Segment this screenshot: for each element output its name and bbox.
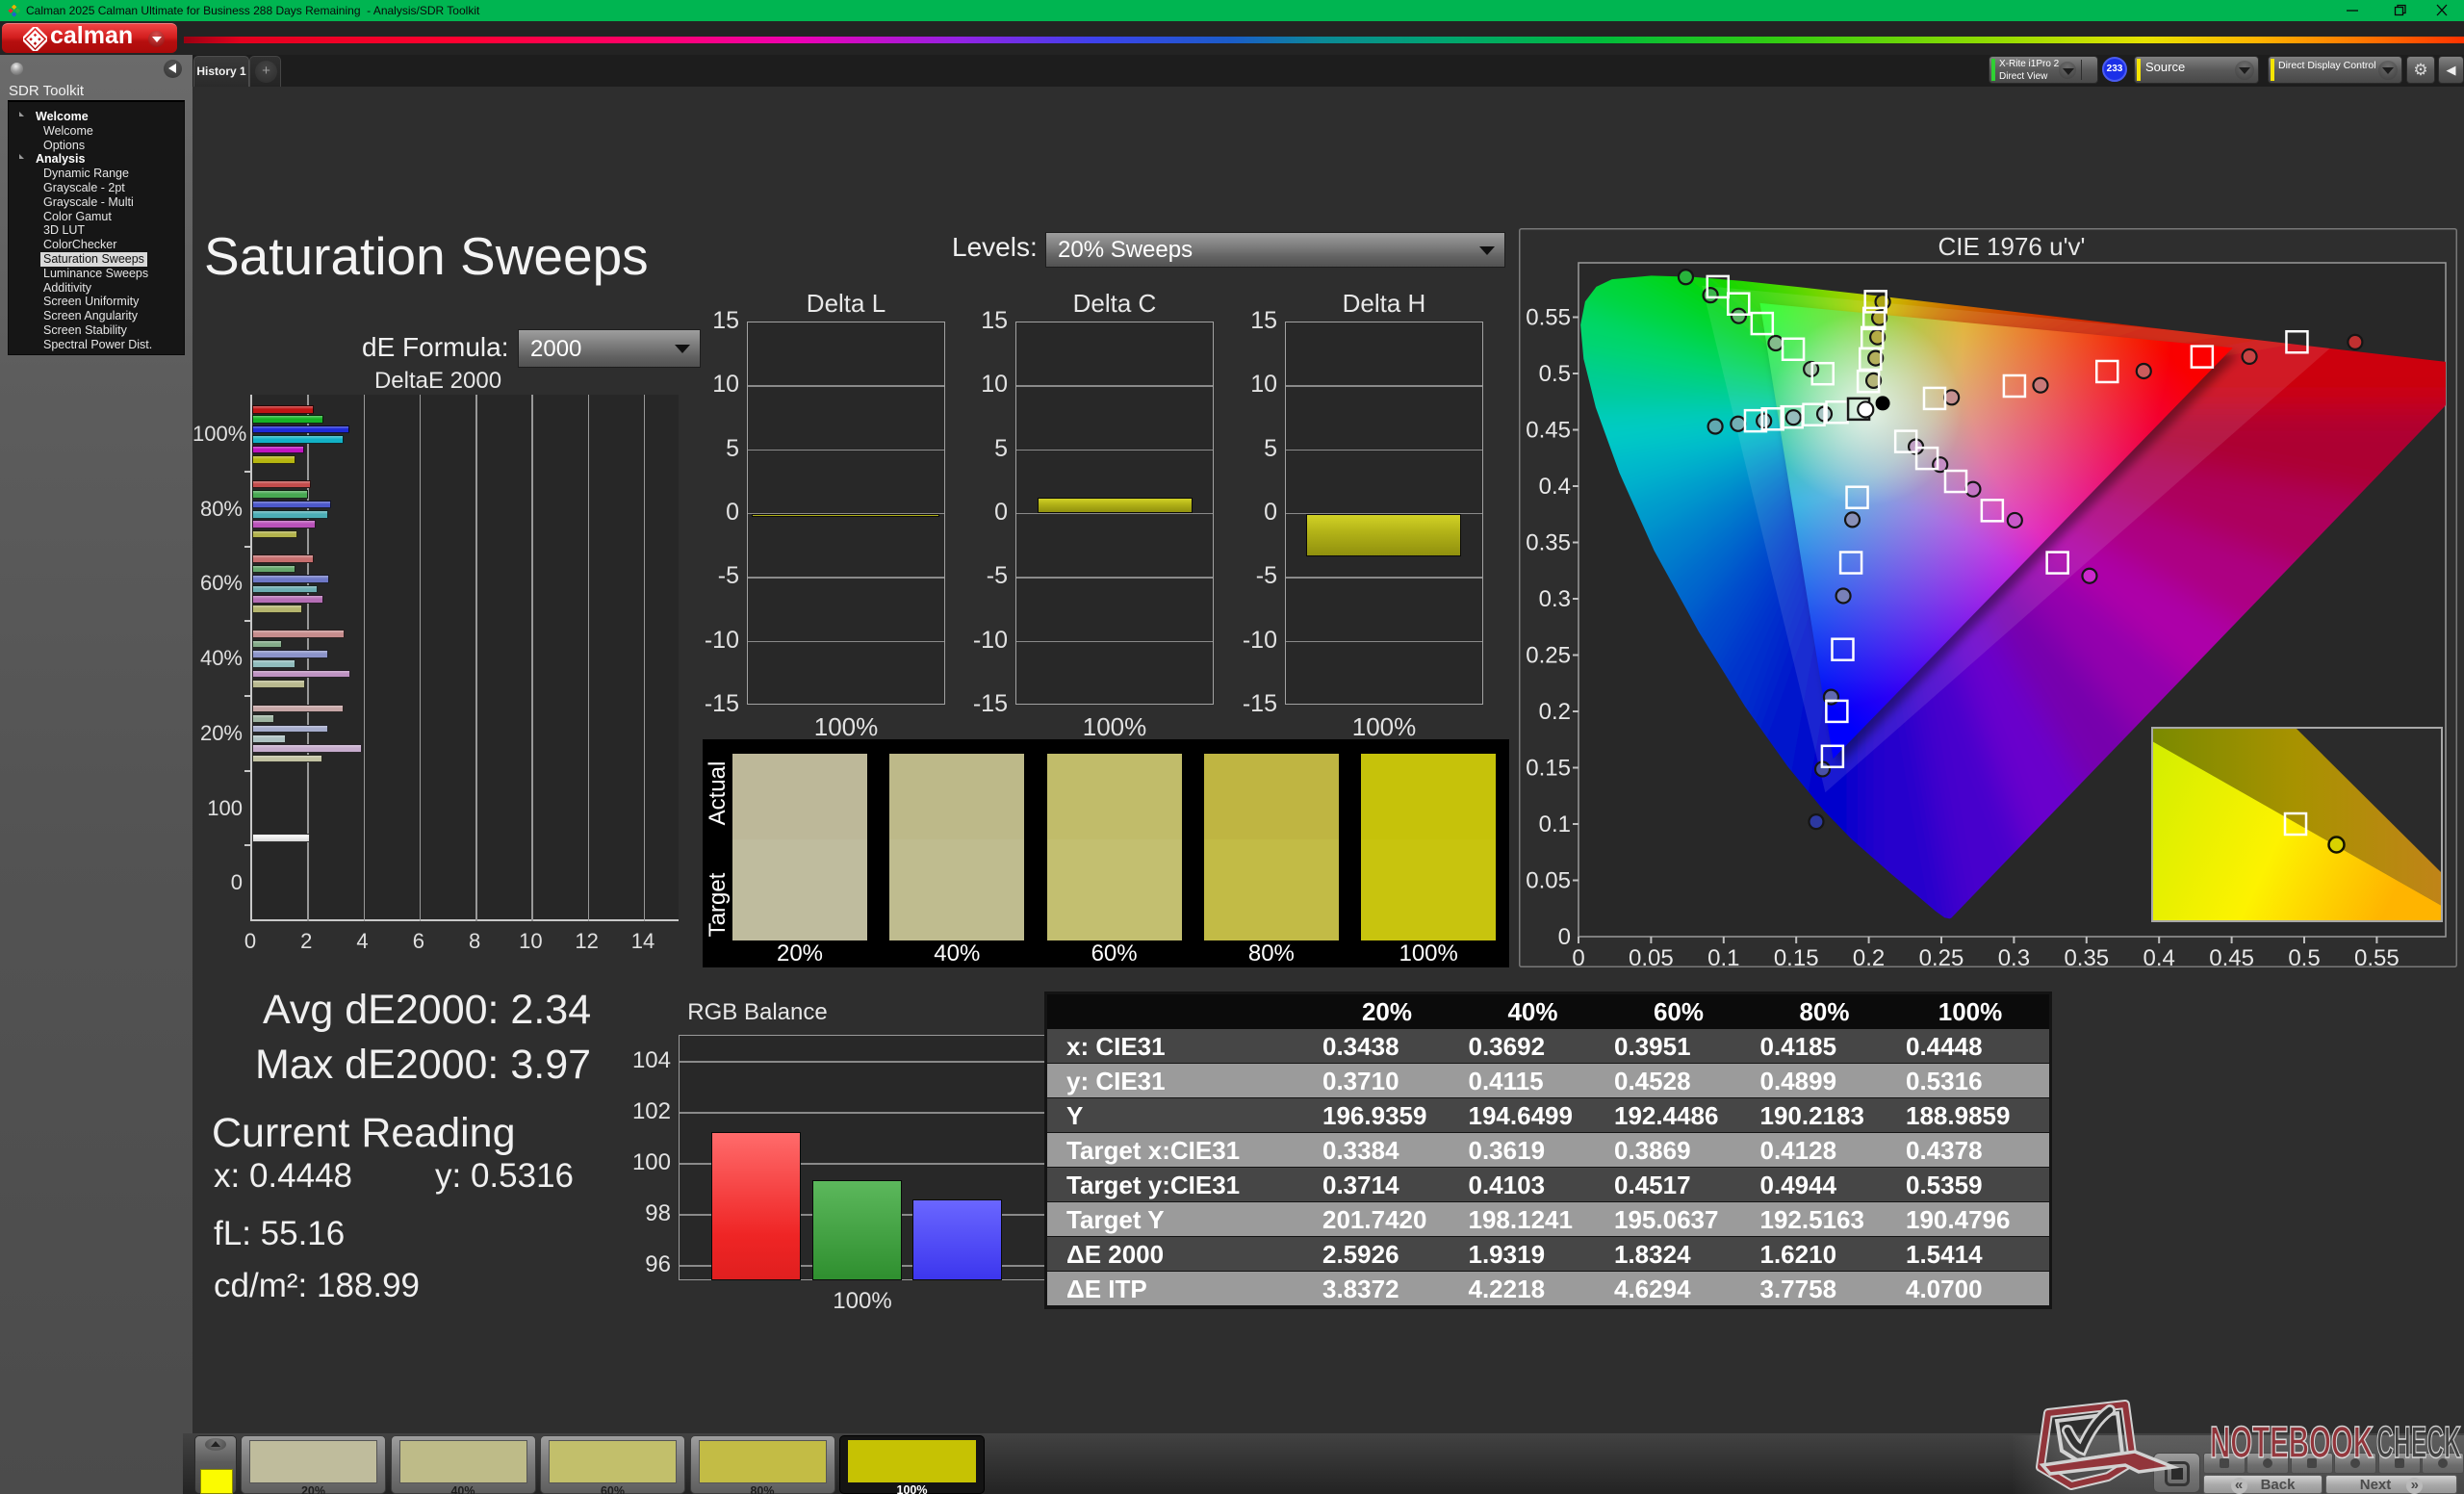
svg-text:0.3: 0.3 [1539, 586, 1571, 612]
svg-text:0.45: 0.45 [2209, 945, 2254, 967]
svg-text:0.15: 0.15 [1526, 756, 1571, 782]
svg-text:0: 0 [1572, 945, 1584, 967]
svg-text:0.55: 0.55 [2354, 945, 2400, 967]
svg-text:0.15: 0.15 [1774, 945, 1819, 967]
svg-text:0.4: 0.4 [1539, 474, 1571, 500]
svg-text:0.4: 0.4 [2143, 945, 2175, 967]
svg-text:0.05: 0.05 [1526, 868, 1571, 894]
svg-text:0.3: 0.3 [1998, 945, 2030, 967]
svg-text:0.35: 0.35 [2064, 945, 2109, 967]
svg-text:0.5: 0.5 [2288, 945, 2320, 967]
svg-text:0.05: 0.05 [1629, 945, 1674, 967]
svg-text:NOTEBOOK: NOTEBOOK [2210, 1417, 2374, 1467]
svg-text:0.1: 0.1 [1707, 945, 1739, 967]
svg-text:0: 0 [1558, 924, 1571, 950]
svg-text:0.55: 0.55 [1526, 305, 1571, 331]
svg-text:0.1: 0.1 [1539, 811, 1571, 837]
svg-text:0.2: 0.2 [1853, 945, 1885, 967]
svg-text:CIE 1976 u'v': CIE 1976 u'v' [1938, 232, 2085, 261]
svg-text:0.25: 0.25 [1919, 945, 1964, 967]
svg-text:0.5: 0.5 [1539, 361, 1571, 387]
svg-text:0.45: 0.45 [1526, 418, 1571, 444]
svg-text:0.25: 0.25 [1526, 643, 1571, 669]
svg-text:0.2: 0.2 [1539, 699, 1571, 725]
svg-text:CHECK: CHECK [2376, 1417, 2461, 1467]
svg-text:0.35: 0.35 [1526, 530, 1571, 556]
